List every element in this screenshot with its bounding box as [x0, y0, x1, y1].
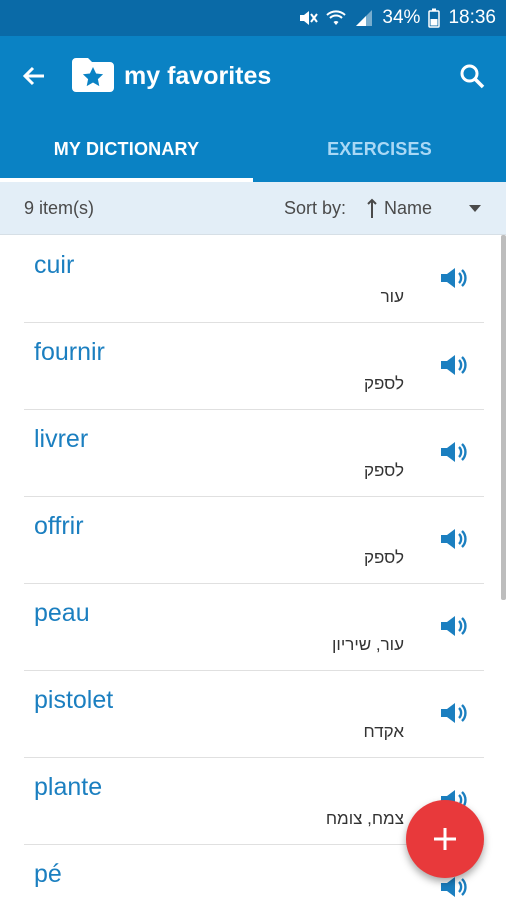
search-button[interactable]	[456, 60, 488, 92]
back-button[interactable]	[18, 60, 50, 92]
add-button[interactable]	[406, 800, 484, 878]
plus-icon	[434, 828, 456, 850]
list-item[interactable]: pistolet אקדח	[24, 670, 484, 758]
item-translation: לספק	[363, 374, 404, 393]
sort-select[interactable]: Name	[366, 182, 486, 234]
signal-icon	[354, 8, 374, 28]
item-word: cuir	[34, 251, 75, 279]
tab-bar: MY DICTIONARY EXERCISES	[0, 116, 506, 182]
item-translation: לספק	[363, 461, 404, 480]
list-item[interactable]: cuir עור	[24, 235, 484, 323]
item-word: pistolet	[34, 686, 114, 714]
favorites-folder-icon	[70, 56, 116, 94]
list-item[interactable]: peau עור, שיריון	[24, 583, 484, 671]
tab-my-dictionary[interactable]: MY DICTIONARY	[0, 116, 253, 182]
list-item[interactable]: fournir לספק	[24, 322, 484, 410]
item-translation: צמח, צומח	[325, 809, 404, 828]
page-title: my favorites	[124, 62, 272, 90]
mute-icon	[298, 8, 319, 28]
item-translation: עור, שיריון	[332, 635, 404, 654]
item-word: offrir	[34, 512, 84, 540]
list-item[interactable]: livrer לספק	[24, 409, 484, 497]
scrollbar[interactable]	[501, 235, 506, 600]
item-translation: עור	[380, 287, 404, 306]
sort-label: Sort by:	[284, 198, 347, 218]
dropdown-icon	[469, 205, 481, 212]
speaker-icon[interactable]	[438, 263, 468, 293]
list-item[interactable]: offrir לספק	[24, 496, 484, 584]
item-word: livrer	[34, 425, 89, 453]
item-count: 9 item(s)	[24, 198, 95, 218]
item-word: plante	[34, 773, 103, 801]
item-word: peau	[34, 599, 90, 627]
item-translation: לספק	[363, 548, 404, 567]
item-word: pé	[34, 860, 62, 888]
tab-exercises[interactable]: EXERCISES	[253, 116, 506, 182]
item-translation: אקדח	[363, 722, 404, 741]
speaker-icon[interactable]	[438, 524, 468, 554]
speaker-icon[interactable]	[438, 350, 468, 380]
favorites-list: cuir עור fournir לספק livrer לספק offrir…	[0, 235, 506, 900]
speaker-icon[interactable]	[438, 698, 468, 728]
search-icon	[460, 64, 485, 89]
sort-value: Name	[384, 197, 433, 218]
status-bar: 34% 18:36	[0, 0, 506, 36]
speaker-icon[interactable]	[438, 437, 468, 467]
battery-icon	[428, 8, 441, 28]
status-time: 18:36	[448, 7, 496, 28]
wifi-icon	[326, 8, 347, 28]
sort-arrow-icon	[367, 198, 377, 218]
app-bar: my favorites	[0, 36, 506, 116]
item-word: fournir	[34, 338, 105, 366]
status-icons: 34% 18:36	[298, 0, 496, 36]
back-arrow-icon	[22, 66, 44, 86]
battery-percent: 34%	[382, 7, 421, 28]
speaker-icon[interactable]	[438, 611, 468, 641]
sort-bar: 9 item(s) Sort by: Name	[0, 182, 506, 235]
